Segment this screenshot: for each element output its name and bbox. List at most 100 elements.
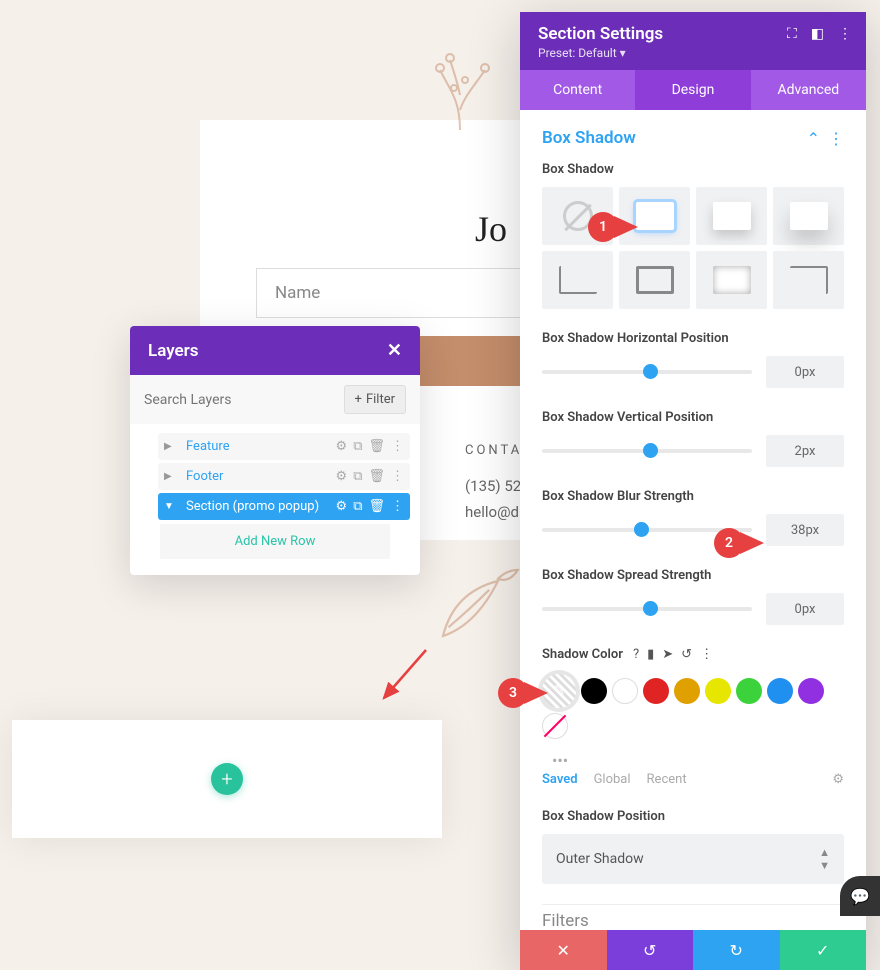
slider-thumb[interactable] bbox=[634, 522, 649, 537]
sidebar-toggle-icon[interactable]: ◧ bbox=[811, 26, 824, 42]
chevron-up-icon[interactable]: ⌃ bbox=[807, 129, 820, 148]
panel-tabs: Content Design Advanced bbox=[520, 70, 866, 110]
more-colors-button[interactable]: ••• bbox=[542, 749, 844, 772]
section-title-text: Box Shadow bbox=[542, 128, 636, 148]
slider-thumb[interactable] bbox=[643, 364, 658, 379]
layer-label[interactable]: Section (promo popup) bbox=[180, 499, 336, 514]
panel-footer: ✕ ↺ ↻ ✓ bbox=[520, 930, 866, 970]
blur-value[interactable]: 38px bbox=[766, 514, 844, 546]
shadow-preset-outline[interactable] bbox=[619, 251, 690, 309]
gear-icon[interactable]: ⚙ bbox=[336, 439, 348, 454]
layer-item-promo-popup[interactable]: ▼ Section (promo popup) ⚙ ⧉ 🗑 ⋮ bbox=[158, 493, 410, 520]
swatch-white[interactable] bbox=[612, 678, 638, 704]
swatch-yellow[interactable] bbox=[705, 678, 731, 704]
expand-icon[interactable]: ▶ bbox=[164, 471, 180, 482]
swatch-purple[interactable] bbox=[798, 678, 824, 704]
duplicate-icon[interactable]: ⧉ bbox=[353, 469, 362, 484]
section-toggle[interactable]: Box Shadow ⌃ ⋮ bbox=[542, 128, 844, 148]
callout-marker-3: 3 bbox=[498, 678, 528, 708]
layers-title: Layers bbox=[148, 341, 199, 361]
gear-icon[interactable]: ⚙ bbox=[336, 499, 348, 514]
callout-marker-1: 1 bbox=[588, 212, 618, 242]
duplicate-icon[interactable]: ⧉ bbox=[353, 439, 362, 454]
help-icon[interactable]: ? bbox=[633, 647, 639, 662]
tab-content[interactable]: Content bbox=[520, 70, 635, 110]
close-icon[interactable]: ✕ bbox=[387, 340, 402, 361]
annotation-arrow-icon bbox=[376, 644, 432, 706]
spread-slider[interactable] bbox=[542, 607, 752, 611]
trash-icon[interactable]: 🗑 bbox=[368, 469, 385, 484]
filter-button[interactable]: + Filter bbox=[344, 385, 406, 414]
more-icon[interactable]: ⋮ bbox=[391, 469, 404, 484]
more-icon[interactable]: ⋮ bbox=[838, 26, 852, 42]
swatch-black[interactable] bbox=[581, 678, 607, 704]
shadow-position-value: Outer Shadow bbox=[556, 851, 644, 867]
layer-label[interactable]: Feature bbox=[180, 439, 336, 454]
plus-icon: + bbox=[355, 392, 362, 407]
settings-panel: Section Settings Preset: Default ▾ ⛶ ◧ ⋮… bbox=[520, 12, 866, 970]
more-icon[interactable]: ⋮ bbox=[391, 499, 404, 514]
submit-button[interactable] bbox=[418, 336, 528, 386]
tab-advanced[interactable]: Advanced bbox=[751, 70, 866, 110]
swatch-red[interactable] bbox=[643, 678, 669, 704]
layers-search-row: + Filter bbox=[130, 375, 420, 424]
filters-section-toggle[interactable]: Filters bbox=[542, 904, 844, 930]
color-tab-recent[interactable]: Recent bbox=[647, 772, 687, 787]
add-new-row-button[interactable]: Add New Row bbox=[160, 524, 390, 559]
expand-icon[interactable]: ⛶ bbox=[787, 26, 797, 42]
layers-list: ▶ Feature ⚙ ⧉ 🗑 ⋮ ▶ Footer ⚙ ⧉ 🗑 ⋮ ▼ Section (… bbox=[130, 424, 420, 575]
shadow-preset-corner[interactable] bbox=[773, 251, 844, 309]
spread-label: Box Shadow Spread Strength bbox=[542, 568, 844, 583]
spread-value[interactable]: 0px bbox=[766, 593, 844, 625]
more-icon[interactable]: ⋮ bbox=[391, 439, 404, 454]
pointer-icon[interactable]: ➤ bbox=[662, 647, 673, 662]
preset-dropdown[interactable]: Preset: Default ▾ bbox=[538, 46, 848, 60]
shadow-position-select[interactable]: Outer Shadow ▲▼ bbox=[542, 834, 844, 884]
more-icon[interactable]: ⋮ bbox=[700, 647, 713, 662]
color-tab-global[interactable]: Global bbox=[594, 772, 631, 787]
h-pos-value[interactable]: 0px bbox=[766, 356, 844, 388]
layers-header[interactable]: Layers ✕ bbox=[130, 326, 420, 375]
slider-thumb[interactable] bbox=[643, 601, 658, 616]
h-pos-slider[interactable] bbox=[542, 370, 752, 374]
color-tab-saved[interactable]: Saved bbox=[542, 772, 578, 787]
shadow-color-label: Shadow Color bbox=[542, 647, 623, 662]
more-icon[interactable]: ⋮ bbox=[828, 129, 844, 148]
add-section-button[interactable]: + bbox=[211, 763, 243, 795]
panel-header[interactable]: Section Settings Preset: Default ▾ ⛶ ◧ ⋮ bbox=[520, 12, 866, 70]
confirm-button[interactable]: ✓ bbox=[780, 930, 867, 970]
layer-item-feature[interactable]: ▶ Feature ⚙ ⧉ 🗑 ⋮ bbox=[158, 433, 410, 460]
swatch-green[interactable] bbox=[736, 678, 762, 704]
select-arrows-icon: ▲▼ bbox=[819, 846, 830, 872]
redo-button[interactable]: ↻ bbox=[693, 930, 780, 970]
collapse-icon[interactable]: ▼ bbox=[164, 501, 180, 512]
v-pos-value[interactable]: 2px bbox=[766, 435, 844, 467]
gear-icon[interactable]: ⚙ bbox=[336, 469, 348, 484]
shadow-preset-bottom-left[interactable] bbox=[542, 251, 613, 309]
undo-button[interactable]: ↺ bbox=[607, 930, 694, 970]
swatch-blue[interactable] bbox=[767, 678, 793, 704]
cancel-button[interactable]: ✕ bbox=[520, 930, 607, 970]
swatch-transparent[interactable] bbox=[542, 713, 568, 739]
help-chat-button[interactable]: 💬 bbox=[840, 876, 880, 916]
duplicate-icon[interactable]: ⧉ bbox=[353, 499, 362, 514]
callout-marker-2: 2 bbox=[714, 528, 744, 558]
slider-thumb[interactable] bbox=[643, 443, 658, 458]
shadow-preset-soft[interactable] bbox=[696, 187, 767, 245]
search-input[interactable] bbox=[144, 392, 336, 408]
phone-icon[interactable]: ▮ bbox=[647, 647, 654, 662]
filter-label: Filter bbox=[366, 392, 395, 407]
color-settings-icon[interactable]: ⚙ bbox=[832, 772, 844, 787]
reset-icon[interactable]: ↺ bbox=[681, 647, 692, 662]
trash-icon[interactable]: 🗑 bbox=[368, 439, 385, 454]
layer-label[interactable]: Footer bbox=[180, 469, 336, 484]
shadow-preset-inset[interactable] bbox=[696, 251, 767, 309]
shadow-preset-large[interactable] bbox=[773, 187, 844, 245]
expand-icon[interactable]: ▶ bbox=[164, 441, 180, 452]
layer-item-footer[interactable]: ▶ Footer ⚙ ⧉ 🗑 ⋮ bbox=[158, 463, 410, 490]
v-pos-slider[interactable] bbox=[542, 449, 752, 453]
v-pos-label: Box Shadow Vertical Position bbox=[542, 410, 844, 425]
swatch-orange[interactable] bbox=[674, 678, 700, 704]
tab-design[interactable]: Design bbox=[635, 70, 750, 110]
trash-icon[interactable]: 🗑 bbox=[368, 499, 385, 514]
